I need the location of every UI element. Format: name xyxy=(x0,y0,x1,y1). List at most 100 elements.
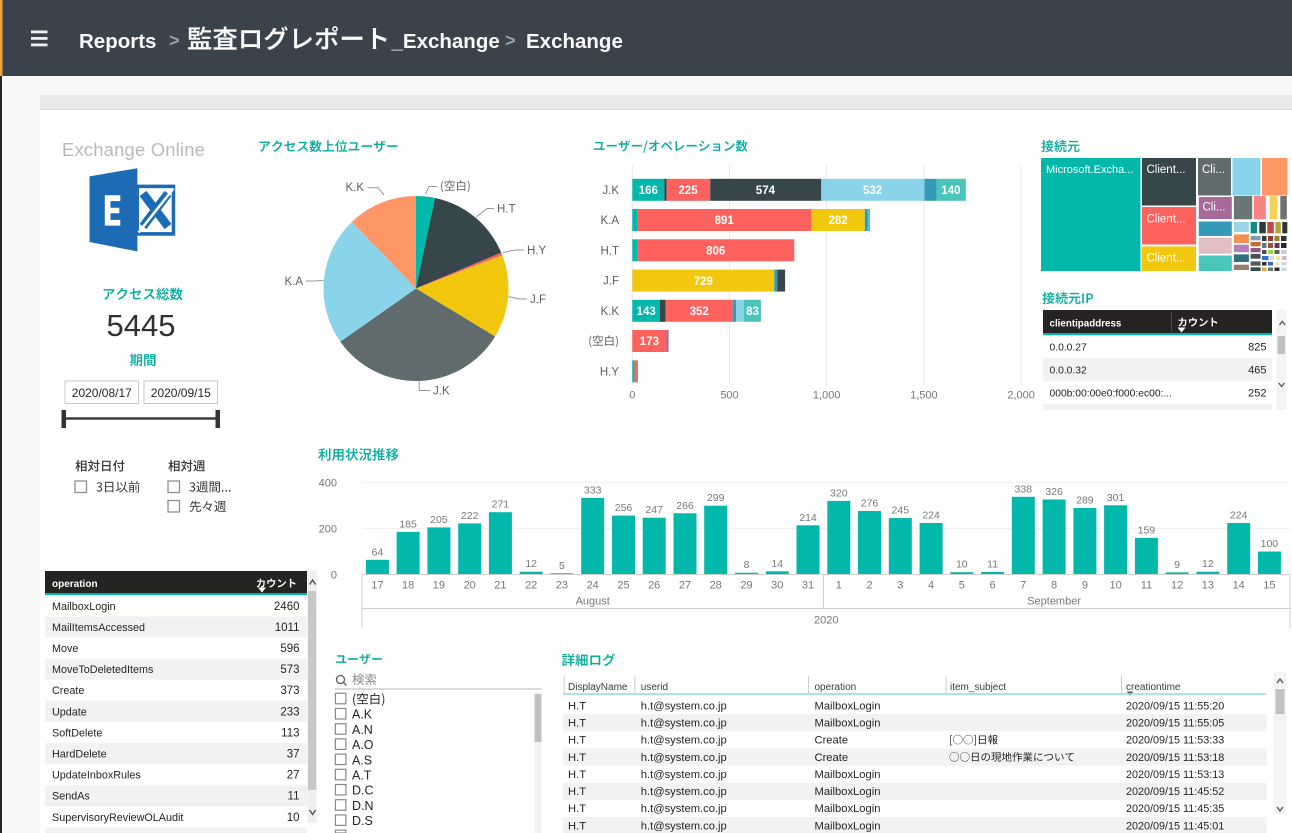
svg-text:729: 729 xyxy=(694,276,713,288)
svg-text:276: 276 xyxy=(861,498,879,510)
svg-text:233: 233 xyxy=(280,706,299,718)
svg-text:31: 31 xyxy=(802,580,814,592)
svg-text:H.T: H.T xyxy=(568,700,586,712)
svg-text:10: 10 xyxy=(287,812,300,824)
svg-text:>: > xyxy=(505,31,516,51)
svg-text:2020/09/15: 2020/09/15 xyxy=(151,386,211,400)
svg-text:825: 825 xyxy=(1248,342,1266,354)
svg-text:0.0.0.32: 0.0.0.32 xyxy=(1050,366,1087,377)
svg-text:352: 352 xyxy=(690,306,709,318)
svg-text:10: 10 xyxy=(956,559,968,571)
svg-text:J.K: J.K xyxy=(433,386,450,398)
svg-text:3: 3 xyxy=(897,580,903,592)
svg-text:1: 1 xyxy=(836,580,842,592)
svg-text:573: 573 xyxy=(280,664,299,676)
svg-text:H.T: H.T xyxy=(600,245,619,257)
svg-text:271: 271 xyxy=(492,499,510,511)
svg-text:operation: operation xyxy=(52,579,98,590)
svg-text:H.T: H.T xyxy=(568,820,586,832)
svg-text:H.T: H.T xyxy=(568,735,586,747)
svg-text:11: 11 xyxy=(1141,580,1152,592)
svg-text:A.K: A.K xyxy=(352,708,373,722)
svg-text:9: 9 xyxy=(1082,580,1088,592)
svg-text:4: 4 xyxy=(928,580,934,592)
svg-text:Move: Move xyxy=(52,643,78,655)
svg-text:1,000: 1,000 xyxy=(813,390,841,402)
svg-text:h.t@system.co.jp: h.t@system.co.jp xyxy=(641,735,727,747)
svg-text:K.A: K.A xyxy=(600,215,619,227)
svg-text:clientipaddress: clientipaddress xyxy=(1050,319,1122,330)
svg-text:Cli...: Cli... xyxy=(1203,202,1226,214)
svg-text:userid: userid xyxy=(641,682,668,693)
svg-text:21: 21 xyxy=(494,580,506,592)
svg-text:Create: Create xyxy=(815,735,849,747)
svg-text:item_subject: item_subject xyxy=(950,682,1006,693)
svg-text:2020/09/15 11:45:52: 2020/09/15 11:45:52 xyxy=(1126,786,1224,798)
svg-text:J.F: J.F xyxy=(603,276,619,288)
svg-text:>: > xyxy=(169,31,180,51)
svg-text:MailboxLogin: MailboxLogin xyxy=(815,803,881,815)
svg-text:83: 83 xyxy=(746,306,759,318)
svg-text:806: 806 xyxy=(706,246,725,258)
svg-text:2020/09/15 11:55:20: 2020/09/15 11:55:20 xyxy=(1126,700,1224,712)
svg-text:h.t@system.co.jp: h.t@system.co.jp xyxy=(641,786,727,798)
svg-text:J.F: J.F xyxy=(530,294,546,306)
svg-text:205: 205 xyxy=(430,514,448,526)
svg-text:MailboxLogin: MailboxLogin xyxy=(52,601,116,613)
svg-text:0.0.0.27: 0.0.0.27 xyxy=(1050,343,1087,354)
svg-text:100: 100 xyxy=(1261,538,1279,550)
svg-text:64: 64 xyxy=(372,546,384,558)
svg-text:18: 18 xyxy=(402,580,414,592)
svg-text:H.T: H.T xyxy=(568,752,586,764)
svg-text:224: 224 xyxy=(1230,510,1248,522)
svg-text:Client...: Client... xyxy=(1147,214,1186,226)
svg-text:A.T: A.T xyxy=(352,769,372,783)
svg-text:1011: 1011 xyxy=(275,622,300,634)
svg-text:H.T: H.T xyxy=(497,204,516,216)
svg-text:338: 338 xyxy=(1015,483,1033,495)
svg-text:SendAs: SendAs xyxy=(52,791,90,803)
svg-text:H.Y: H.Y xyxy=(527,245,547,257)
svg-text:MailItemsAccessed: MailItemsAccessed xyxy=(52,622,145,634)
svg-text:12: 12 xyxy=(1171,580,1183,592)
svg-text:Update: Update xyxy=(52,706,87,718)
svg-text:2020: 2020 xyxy=(814,615,838,627)
svg-text:2020/09/15 11:53:13: 2020/09/15 11:53:13 xyxy=(1126,769,1224,781)
svg-text:A.N: A.N xyxy=(352,723,373,737)
svg-text:MailboxLogin: MailboxLogin xyxy=(815,717,881,729)
svg-text:D.N: D.N xyxy=(352,799,374,813)
svg-text:2020/09/15 11:55:05: 2020/09/15 11:55:05 xyxy=(1126,717,1224,729)
svg-text:11: 11 xyxy=(288,791,300,803)
svg-text:A.O: A.O xyxy=(352,738,374,752)
svg-text:28: 28 xyxy=(710,580,722,592)
svg-text:Client...: Client... xyxy=(1147,253,1186,265)
svg-text:222: 222 xyxy=(461,510,479,522)
svg-text:0: 0 xyxy=(629,390,635,402)
svg-text:Reports: Reports xyxy=(79,30,156,53)
svg-text:465: 465 xyxy=(1248,365,1266,377)
svg-text:h.t@system.co.jp: h.t@system.co.jp xyxy=(641,769,727,781)
svg-text:September: September xyxy=(1027,596,1081,608)
svg-text:2,000: 2,000 xyxy=(1007,390,1035,402)
svg-text:D.C: D.C xyxy=(352,784,374,798)
svg-text:9: 9 xyxy=(1174,559,1180,571)
svg-text:30: 30 xyxy=(771,580,783,592)
svg-text:20: 20 xyxy=(464,580,476,592)
svg-text:596: 596 xyxy=(280,643,299,655)
svg-text:Cli...: Cli... xyxy=(1202,164,1225,176)
svg-text:h.t@system.co.jp: h.t@system.co.jp xyxy=(641,820,727,832)
svg-text:000b:00:00e0:f000:ec00:...: 000b:00:00e0:f000:ec00:... xyxy=(1050,389,1173,400)
svg-text:37: 37 xyxy=(287,749,300,761)
svg-text:0: 0 xyxy=(331,570,337,582)
svg-text:574: 574 xyxy=(756,185,776,197)
svg-text:K.K: K.K xyxy=(345,182,364,194)
svg-text:2020/09/15 11:53:18: 2020/09/15 11:53:18 xyxy=(1126,752,1224,764)
svg-text:500: 500 xyxy=(720,390,738,402)
svg-text:h.t@system.co.jp: h.t@system.co.jp xyxy=(641,700,727,712)
svg-text:185: 185 xyxy=(399,518,417,530)
svg-text:H.T: H.T xyxy=(568,769,586,781)
svg-text:301: 301 xyxy=(1107,492,1125,504)
svg-text:2460: 2460 xyxy=(274,601,300,613)
svg-text:h.t@system.co.jp: h.t@system.co.jp xyxy=(641,752,727,764)
svg-text:5: 5 xyxy=(959,580,965,592)
